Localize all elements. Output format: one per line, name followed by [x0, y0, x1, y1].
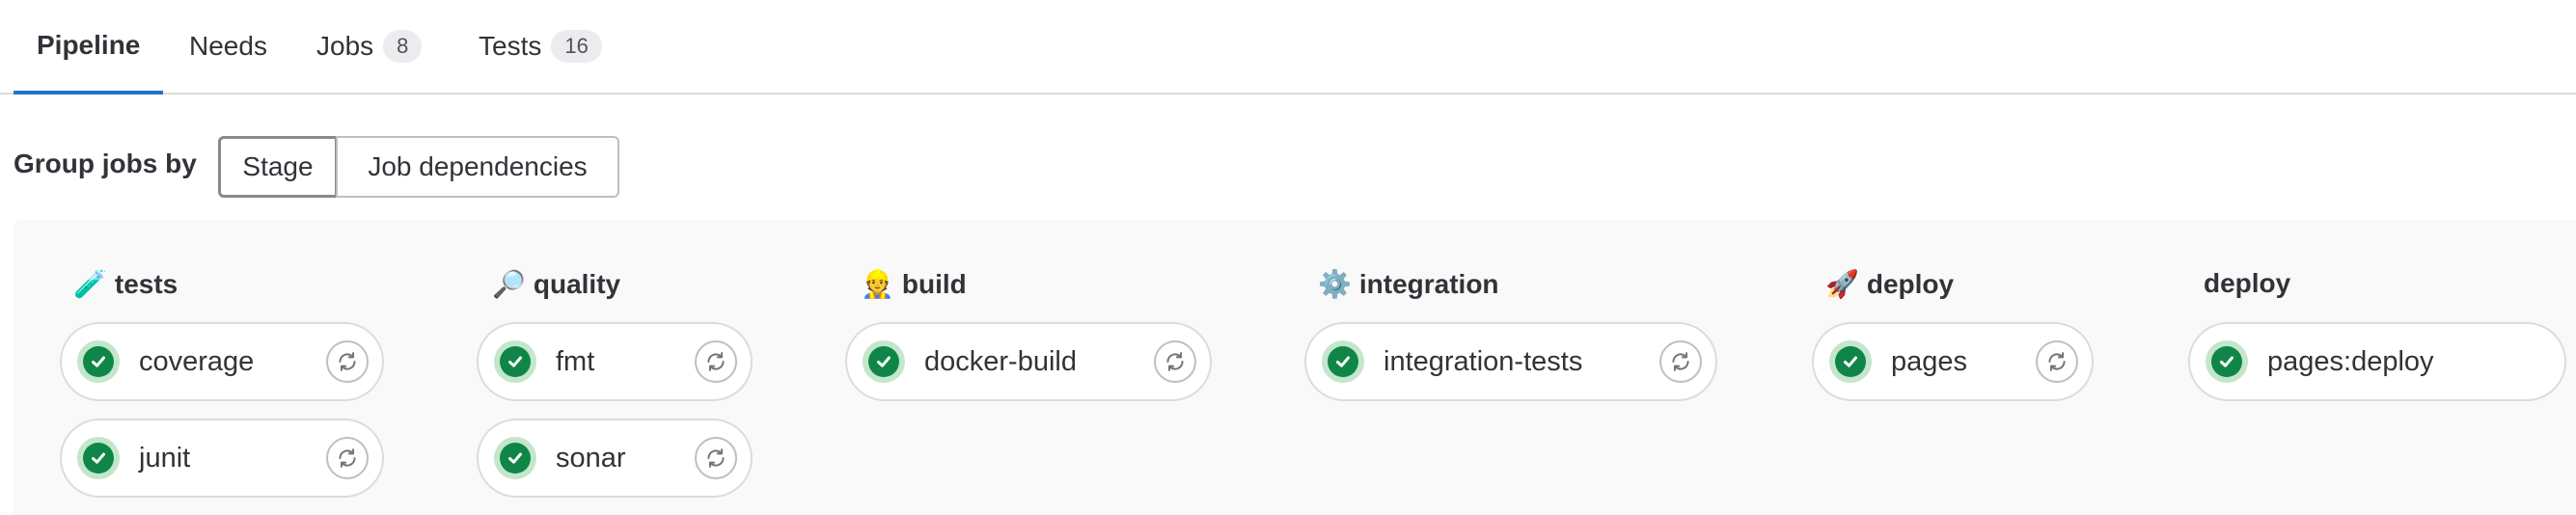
stage-title: 👷 build — [861, 268, 967, 300]
stage-emoji-icon: 🧪 — [73, 269, 107, 299]
job-name: fmt — [556, 345, 595, 377]
job-name: junit — [139, 442, 191, 474]
job-coverage[interactable]: coverage — [60, 322, 384, 401]
tab-label: Needs — [189, 31, 267, 61]
job-name: pages:deploy — [2267, 345, 2434, 377]
tab-label: Tests — [479, 31, 542, 61]
stage-emoji-icon: 🚀 — [1825, 269, 1859, 299]
tab-jobs[interactable]: Jobs 8 — [299, 0, 439, 93]
retry-icon[interactable] — [326, 340, 369, 383]
check-circle-icon — [77, 437, 120, 479]
retry-icon[interactable] — [1659, 340, 1702, 383]
check-circle-icon — [2206, 340, 2248, 383]
stage-title: ⚙️ integration — [1318, 268, 1499, 300]
retry-icon[interactable] — [695, 437, 737, 479]
stage-title: 🚀 deploy — [1825, 268, 1954, 300]
jobs-count-badge: 8 — [383, 30, 423, 63]
tab-needs[interactable]: Needs — [170, 0, 287, 93]
check-circle-icon — [494, 340, 536, 383]
tab-label: Jobs — [316, 31, 374, 61]
pipeline-tabs: Pipeline Needs Jobs 8 Tests 16 — [0, 0, 2576, 95]
retry-icon[interactable] — [1154, 340, 1196, 383]
job-pages-deploy[interactable]: pages:deploy — [2188, 322, 2566, 401]
stage-name: build — [901, 269, 967, 299]
retry-icon[interactable] — [2036, 340, 2078, 383]
stage-name: quality — [533, 269, 621, 299]
job-name: docker-build — [924, 345, 1077, 377]
retry-icon[interactable] — [326, 437, 369, 479]
group-by-job-dependencies-button[interactable]: Job dependencies — [336, 136, 619, 198]
job-name: sonar — [556, 442, 626, 474]
job-junit[interactable]: junit — [60, 419, 384, 498]
job-sonar[interactable]: sonar — [477, 419, 753, 498]
job-pages[interactable]: pages — [1812, 322, 2094, 401]
stage-emoji-icon: 🔎 — [492, 269, 526, 299]
stage-name: deploy — [1866, 269, 1955, 299]
tests-count-badge: 16 — [551, 30, 602, 63]
job-name: coverage — [139, 345, 255, 377]
job-name: integration-tests — [1384, 345, 1583, 377]
check-circle-icon — [1829, 340, 1872, 383]
check-circle-icon — [863, 340, 905, 383]
group-by-stage-button[interactable]: Stage — [218, 136, 338, 198]
stage-emoji-icon: 👷 — [861, 269, 894, 299]
check-circle-icon — [1322, 340, 1364, 383]
tab-label: Pipeline — [37, 30, 141, 60]
stage-title: deploy — [2204, 268, 2290, 299]
job-fmt[interactable]: fmt — [477, 322, 753, 401]
group-jobs-label: Group jobs by — [14, 149, 197, 178]
job-integration-tests[interactable]: integration-tests — [1304, 322, 1717, 401]
retry-icon[interactable] — [695, 340, 737, 383]
job-docker-build[interactable]: docker-build — [845, 322, 1212, 401]
stage-name: tests — [114, 269, 178, 299]
tab-pipeline[interactable]: Pipeline — [14, 0, 164, 95]
stage-name: integration — [1358, 269, 1499, 299]
stage-emoji-icon: ⚙️ — [1318, 269, 1352, 299]
check-circle-icon — [77, 340, 120, 383]
stage-name: deploy — [2204, 268, 2291, 298]
check-circle-icon — [494, 437, 536, 479]
pipeline-graph: 🧪 tests coverage junit 🔎 quality fmt sonar 👷 buil… — [14, 220, 2576, 515]
stage-title: 🔎 quality — [492, 268, 620, 300]
stage-title: 🧪 tests — [73, 268, 178, 300]
tab-tests[interactable]: Tests 16 — [461, 0, 619, 93]
job-name: pages — [1891, 345, 1968, 377]
